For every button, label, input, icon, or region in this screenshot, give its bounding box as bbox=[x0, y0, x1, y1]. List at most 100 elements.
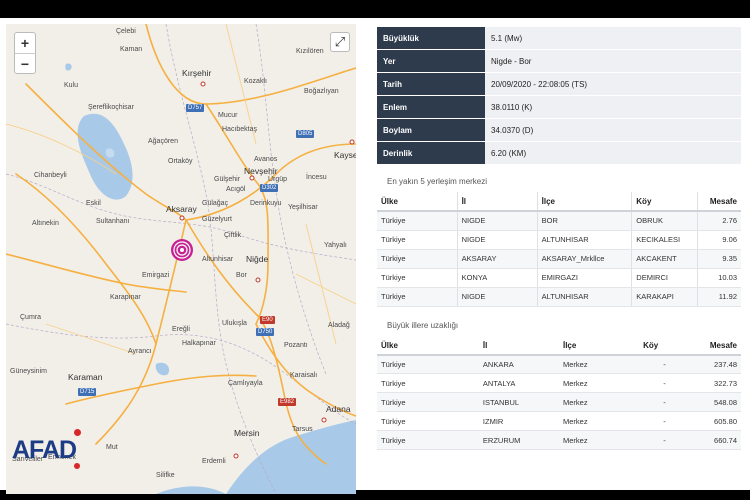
zoom-in-button[interactable]: + bbox=[15, 33, 35, 53]
map-label: Emirgazi bbox=[142, 272, 170, 279]
detail-key: Derinlik bbox=[377, 142, 485, 164]
table-cell: 660.74 bbox=[690, 430, 741, 450]
road-shield: E982 bbox=[278, 398, 297, 406]
detail-value: 34.0370 (D) bbox=[485, 119, 741, 141]
map-label: Ereğli bbox=[172, 326, 190, 333]
map-label: Acıgöl bbox=[226, 186, 246, 193]
map-label: Adana bbox=[326, 404, 351, 414]
fullscreen-icon[interactable]: ⤢ bbox=[330, 32, 350, 52]
map-label: Ürgüp bbox=[268, 176, 288, 183]
table-cell: 2.76 bbox=[696, 211, 741, 231]
map-label: Çiftlik bbox=[224, 232, 242, 239]
table-row: Türkiye KONYA EMIRGAZI DEMIRCI 10.03 bbox=[377, 268, 741, 288]
map-label: Karapınar bbox=[110, 294, 141, 301]
table-cell: Türkiye bbox=[377, 268, 458, 288]
map-label: Kozaklı bbox=[244, 78, 267, 85]
column-header: İl bbox=[478, 335, 559, 356]
map-label: Ayrancı bbox=[128, 348, 152, 355]
detail-value: 5.1 (Mw) bbox=[485, 27, 741, 49]
column-header: İlçe bbox=[558, 335, 640, 356]
zoom-out-button[interactable]: − bbox=[15, 53, 35, 73]
page-frame: Çelebi Kaman Kırşehir Kozaklı Boğazlıyan… bbox=[0, 18, 750, 494]
quake-details-table: Büyüklük 5.1 (Mw) Yer Nigde - Bor Tarih 20/09… bbox=[377, 26, 741, 165]
map-label: Mut bbox=[106, 444, 118, 451]
table-row: Türkiye ERZURUM Merkez -660.74 bbox=[377, 430, 741, 450]
epicenter-marker bbox=[171, 239, 193, 261]
table-row: Türkiye ISTANBUL Merkez -548.08 bbox=[377, 392, 741, 412]
map-label: Çelebi bbox=[116, 28, 136, 35]
map-label: Tarsus bbox=[292, 426, 313, 433]
table-cell: DEMIRCI bbox=[631, 268, 698, 288]
map-label: Silifke bbox=[156, 472, 175, 479]
road-shield: D715 bbox=[78, 388, 97, 396]
table-cell: Türkiye bbox=[377, 230, 458, 250]
map-label: Karaisalı bbox=[290, 372, 318, 379]
map-label: Aksaray bbox=[166, 204, 197, 214]
table-cell: ANKARA bbox=[478, 354, 559, 374]
table-cell: NIGDE bbox=[456, 211, 538, 231]
column-header: Mesafe bbox=[696, 192, 741, 212]
map-label: Yeşilhisar bbox=[288, 204, 318, 211]
table-cell: Türkiye bbox=[377, 430, 479, 450]
column-header: Ülke bbox=[377, 335, 479, 356]
column-header: İl bbox=[456, 192, 538, 212]
logo-dot-icon bbox=[74, 429, 81, 436]
table-cell: AKSARAY_Mrkllce bbox=[536, 249, 632, 269]
table-cell: Merkez bbox=[558, 373, 640, 393]
earthquake-info-panel: Büyüklük 5.1 (Mw) Yer Nigde - Bor Tarih 20/09… bbox=[377, 26, 741, 450]
table-row: Türkiye NIGDE BOR OBRUK 2.76 bbox=[377, 211, 741, 231]
table-cell: Türkiye bbox=[377, 249, 458, 269]
map-label: Altınekin bbox=[32, 220, 59, 227]
table-cell: ALTUNHISAR bbox=[536, 287, 632, 307]
map-label: Aladağ bbox=[328, 322, 350, 329]
map-label: Ulukışla bbox=[222, 320, 247, 327]
table-row: Türkiye ANTALYA Merkez -322.73 bbox=[377, 373, 741, 393]
table-cell: BOR bbox=[536, 211, 632, 231]
map-label: Gülağaç bbox=[202, 200, 229, 207]
map-label: Cihanbeyli bbox=[34, 172, 67, 179]
table-cell: ISTANBUL bbox=[478, 392, 559, 412]
big-cities-distance-table: Ülke İl İlçe Köy Mesafe Türkiye ANKARA Merkez -… bbox=[377, 335, 741, 450]
table-cell: 605.80 bbox=[690, 411, 741, 431]
map-label: Bor bbox=[236, 272, 247, 279]
table-cell: 10.03 bbox=[696, 268, 741, 288]
table-cell: KONYA bbox=[456, 268, 538, 288]
nearest-settlements-title: En yakın 5 yerleşim merkezi bbox=[387, 177, 488, 186]
table-cell: Türkiye bbox=[377, 411, 479, 431]
earthquake-map[interactable]: Çelebi Kaman Kırşehir Kozaklı Boğazlıyan… bbox=[6, 24, 356, 494]
table-cell: AKCAKENT bbox=[631, 249, 698, 269]
table-cell: EMIRGAZI bbox=[536, 268, 632, 288]
map-label: Mucur bbox=[218, 112, 238, 119]
map-label: İncesu bbox=[306, 174, 327, 181]
map-label: Kayseri bbox=[334, 150, 356, 160]
table-row: Türkiye NIGDE ALTUNHISAR KARAKAPI 11.92 bbox=[377, 287, 741, 307]
map-label: Altunhisar bbox=[202, 256, 234, 263]
salt-lake bbox=[77, 113, 133, 200]
detail-key: Enlem bbox=[377, 96, 485, 118]
table-cell: Türkiye bbox=[377, 373, 479, 393]
table-cell: 9.35 bbox=[696, 249, 741, 269]
map-label: Güneysinim bbox=[10, 368, 47, 375]
column-header: İlçe bbox=[536, 192, 632, 212]
map-label: Boğazlıyan bbox=[304, 88, 339, 95]
table-cell: IZMIR bbox=[478, 411, 559, 431]
detail-value: 6.20 (KM) bbox=[485, 142, 741, 164]
detail-value: 20/09/2020 - 22:08:05 (TS) bbox=[485, 73, 741, 95]
road-shield: D302 bbox=[260, 184, 279, 192]
table-cell: AKSARAY bbox=[456, 249, 538, 269]
quake-detail-row: Yer Nigde - Bor bbox=[377, 50, 741, 72]
road-shield: E90 bbox=[260, 316, 275, 324]
table-cell: ALTUNHISAR bbox=[536, 230, 632, 250]
table-cell: 11.92 bbox=[696, 287, 741, 307]
column-header: Köy bbox=[639, 335, 691, 356]
map-label: Sultanhanı bbox=[96, 218, 130, 225]
table-cell: OBRUK bbox=[631, 211, 698, 231]
table-cell: Merkez bbox=[558, 392, 640, 412]
table-cell: Türkiye bbox=[377, 287, 458, 307]
detail-key: Büyüklük bbox=[377, 27, 485, 49]
detail-key: Yer bbox=[377, 50, 485, 72]
column-header: Ülke bbox=[377, 192, 458, 212]
map-label: Hacıbektaş bbox=[222, 126, 258, 133]
nearest-settlements-table: Ülke İl İlçe Köy Mesafe Türkiye NIGDE BOR OBRUK… bbox=[377, 192, 741, 307]
map-label: Kırşehir bbox=[182, 68, 212, 78]
